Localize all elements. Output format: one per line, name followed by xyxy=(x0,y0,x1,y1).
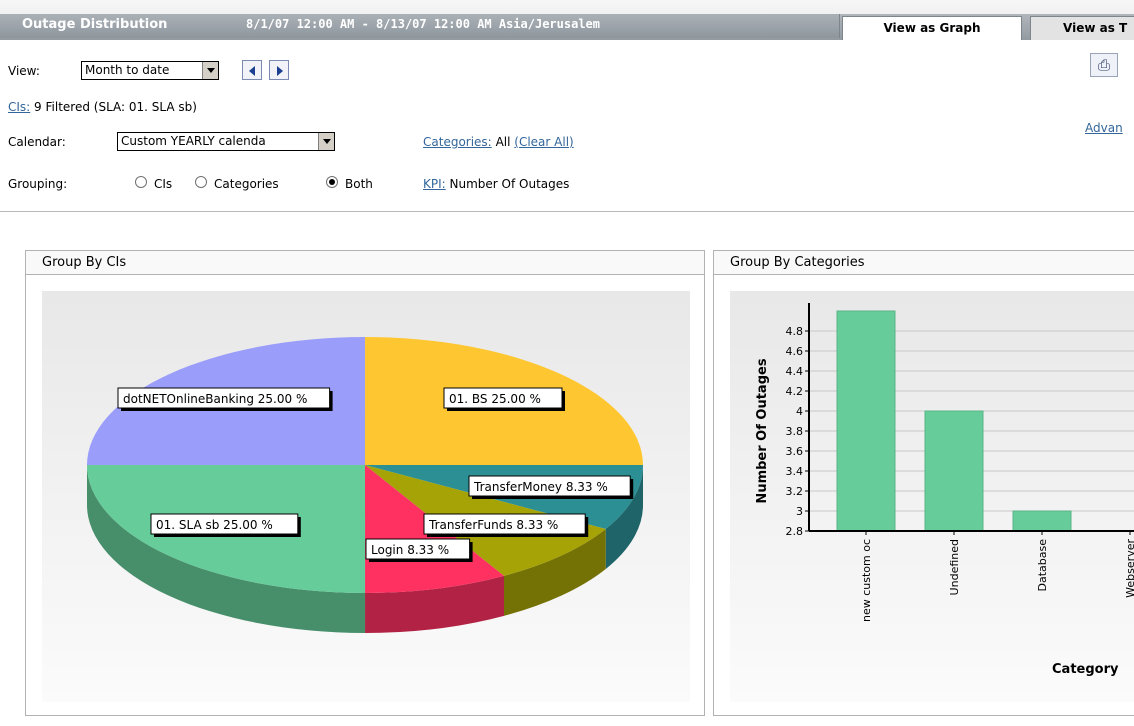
categories-value: All xyxy=(495,135,511,149)
categories-link[interactable]: Categories: xyxy=(423,135,492,149)
bar[interactable] xyxy=(924,410,984,532)
pie-label: dotNETOnlineBanking 25.00 % xyxy=(123,392,307,406)
y-tick-label: 3.4 xyxy=(786,465,804,478)
x-tick-label: Database xyxy=(1036,539,1049,592)
x-tick-label: Webserver xyxy=(1124,539,1134,598)
bar[interactable] xyxy=(1012,510,1072,532)
kpi-value: Number Of Outages xyxy=(449,177,570,191)
x-tick-label: Undefined xyxy=(948,539,961,595)
view-label: View: xyxy=(8,64,40,78)
grouping-both-radio[interactable] xyxy=(326,176,338,188)
y-tick-label: 3.2 xyxy=(786,485,804,498)
cis-link[interactable]: CIs: xyxy=(8,100,30,114)
calendar-label: Calendar: xyxy=(8,135,66,149)
y-tick-label: 4.6 xyxy=(786,345,804,358)
x-tick-label: new custom oc xyxy=(860,539,873,622)
tab-view-as-table[interactable]: View as T xyxy=(1030,16,1134,40)
y-tick-label: 4.8 xyxy=(786,325,804,338)
y-tick-label: 4.2 xyxy=(786,385,804,398)
date-range: 8/1/07 12:00 AM - 8/13/07 12:00 AM Asia/… xyxy=(246,17,601,31)
pie-label: TransferFunds 8.33 % xyxy=(428,518,558,532)
bar[interactable] xyxy=(836,310,896,532)
y-tick-label: 2.8 xyxy=(786,525,804,538)
bar-chart: 2.8 3 3.2 3.4 3.6 3.8 4 4.2 4.4 4.6 4.8 new custom … xyxy=(755,303,1134,677)
kpi-filter: KPI: Number Of Outages xyxy=(423,177,569,191)
pie-label: 01. BS 25.00 % xyxy=(449,392,541,406)
chevron-down-icon[interactable] xyxy=(202,62,218,79)
y-tick-label: 3.6 xyxy=(786,445,804,458)
calendar-select-value: Custom YEARLY calenda xyxy=(121,134,266,148)
tab-view-as-graph[interactable]: View as Graph xyxy=(842,16,1022,40)
group-by-categories-panel: Group By Categories 2.8 3 3.2 3.4 3.6 3.8 4 4.2… xyxy=(713,250,1134,716)
pie-chart: dotNETOnlineBanking 25.00 % 01. BS 25.00 … xyxy=(87,337,643,633)
grouping-label: Grouping: xyxy=(8,177,68,191)
grouping-cis-radio[interactable] xyxy=(135,176,147,188)
categories-filter: Categories: All (Clear All) xyxy=(423,135,574,149)
grouping-both-label: Both xyxy=(345,177,373,191)
view-select-value: Month to date xyxy=(85,63,170,77)
y-tick-label: 3.8 xyxy=(786,425,804,438)
title-bar: Outage Distribution 8/1/07 12:00 AM - 8/… xyxy=(0,0,1134,40)
pie-label: Login 8.33 % xyxy=(371,543,449,557)
cis-filter-text: 9 Filtered (SLA: 01. SLA sb) xyxy=(34,100,197,114)
group-by-cis-panel: Group By CIs dotNETOnlineBanking 25.00 %… xyxy=(25,250,705,716)
y-tick-label: 4 xyxy=(796,405,803,418)
calendar-select[interactable]: Custom YEARLY calenda xyxy=(117,132,335,151)
cis-filter: CIs: 9 Filtered (SLA: 01. SLA sb) xyxy=(8,100,197,114)
y-tick-label: 4.4 xyxy=(786,365,804,378)
chevron-down-icon[interactable] xyxy=(318,133,334,150)
filter-controls: View: Month to date CIs: 9 Filtered (SLA… xyxy=(0,40,1134,212)
x-axis-title: Category xyxy=(1052,662,1119,677)
pie-label: TransferMoney 8.33 % xyxy=(473,480,608,494)
kpi-link[interactable]: KPI: xyxy=(423,177,446,191)
page-title: Outage Distribution xyxy=(22,17,168,32)
advanced-link[interactable]: Advan xyxy=(1085,121,1123,135)
grouping-categories-label: Categories xyxy=(214,177,279,191)
next-period-button[interactable] xyxy=(269,60,289,80)
pie-label: 01. SLA sb 25.00 % xyxy=(156,518,273,532)
view-select[interactable]: Month to date xyxy=(81,61,219,80)
grouping-categories-radio[interactable] xyxy=(195,176,207,188)
printer-icon[interactable]: ⎙ xyxy=(1090,53,1118,77)
y-tick-label: 3 xyxy=(796,505,803,518)
y-axis-title: Number Of Outages xyxy=(755,358,770,503)
previous-period-button[interactable] xyxy=(242,60,262,80)
clear-all-link[interactable]: (Clear All) xyxy=(514,135,573,149)
grouping-cis-label: CIs xyxy=(154,177,173,191)
